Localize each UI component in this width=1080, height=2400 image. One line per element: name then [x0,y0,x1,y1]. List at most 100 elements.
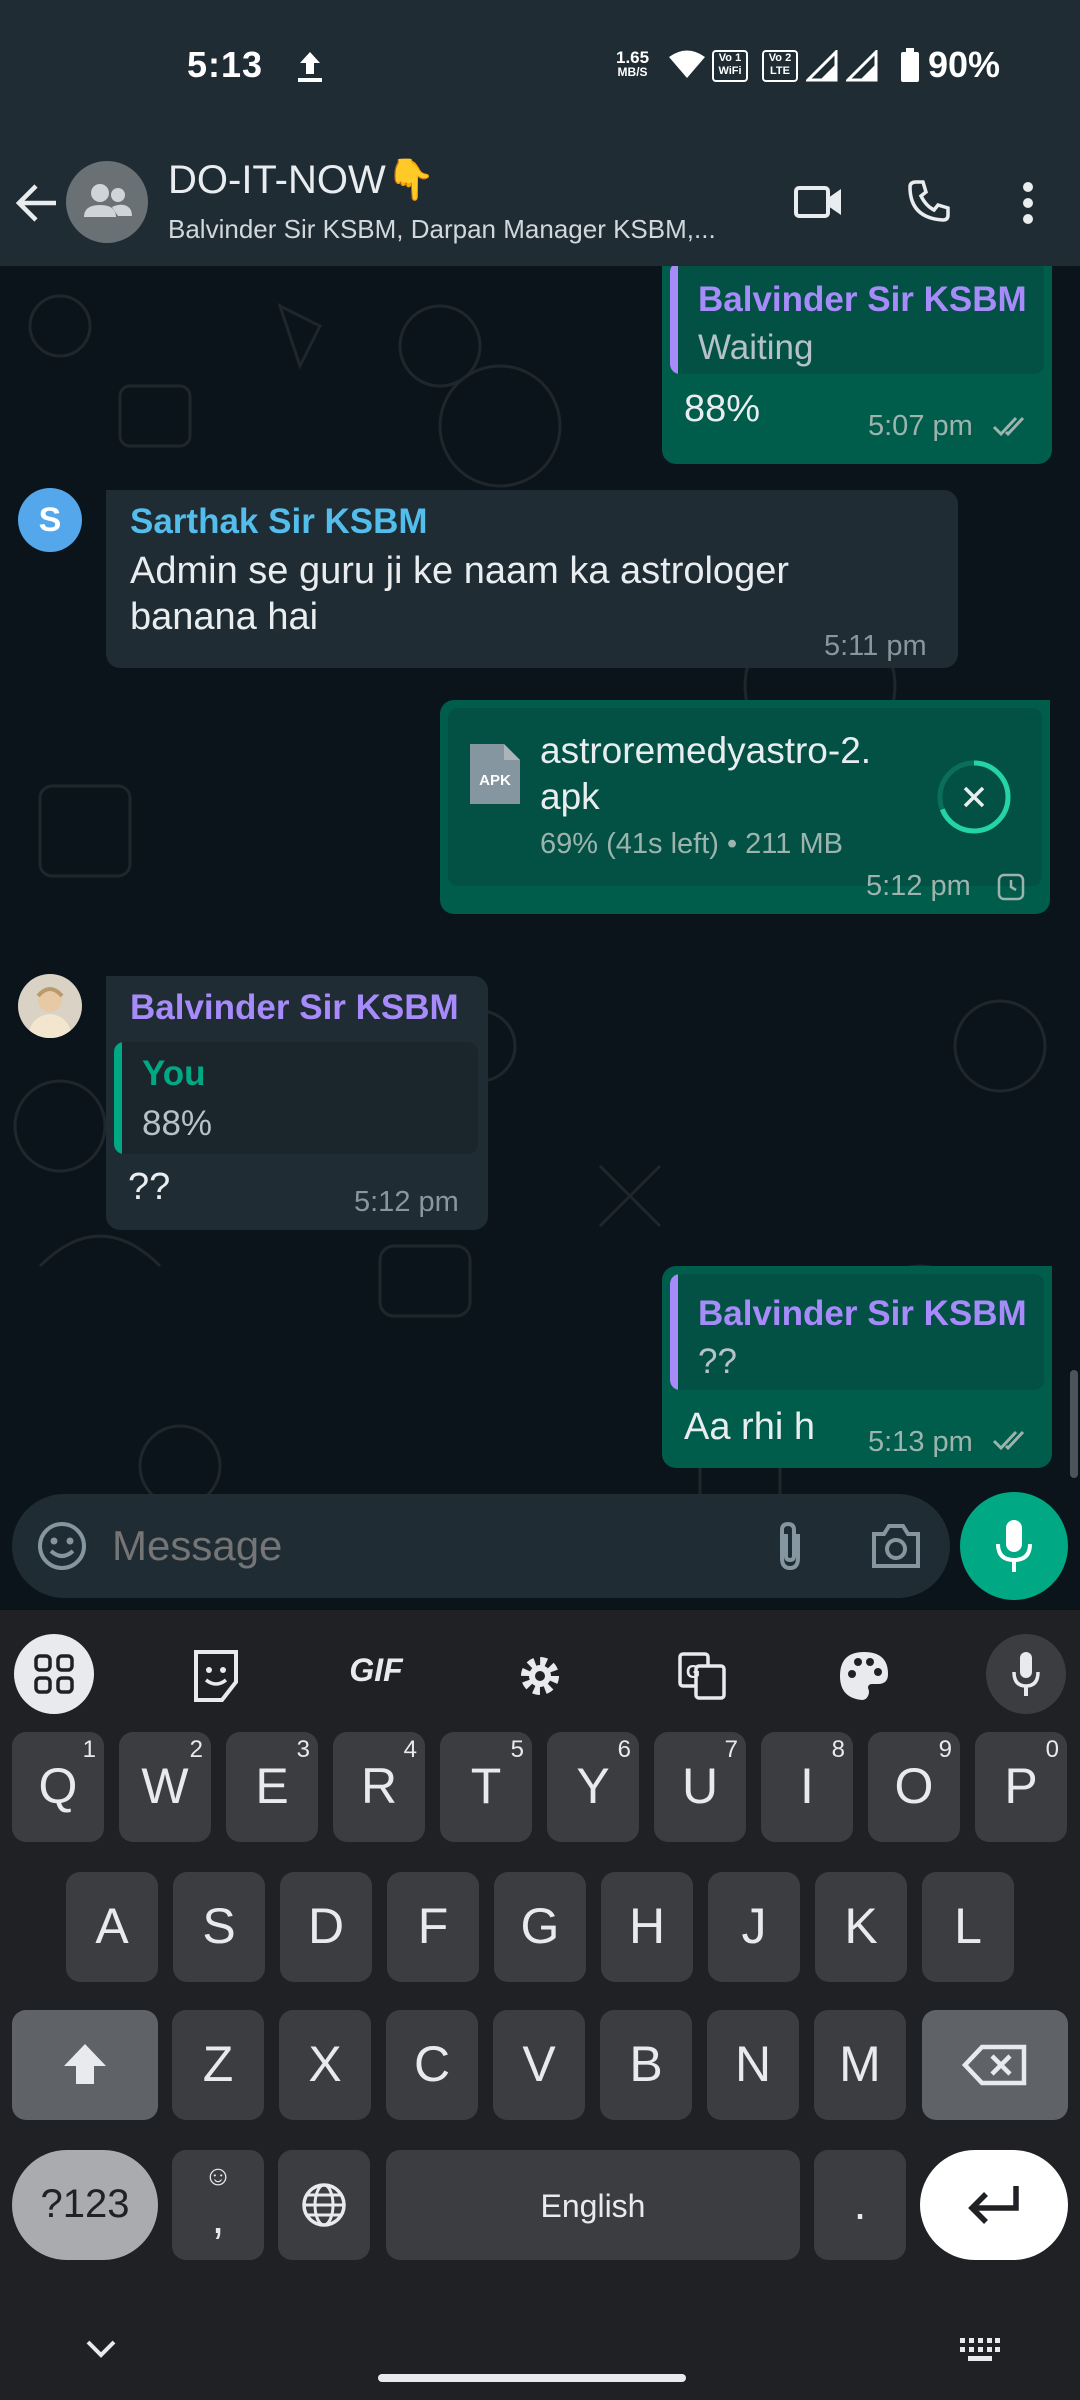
message-input[interactable] [112,1514,752,1578]
key-b[interactable]: B [600,2010,692,2120]
reply-quote[interactable]: Balvinder Sir KSBM Waiting [670,266,1044,374]
key-z[interactable]: Z [172,2010,264,2120]
space-key[interactable]: English [386,2150,800,2260]
key-h[interactable]: H [601,1872,693,1982]
sim2-badge: Vo 2 LTE [762,50,798,82]
period-key[interactable]: . [814,2150,906,2260]
message-outgoing[interactable]: Balvinder Sir KSBM Waiting 88% 5:07 pm [662,266,1052,464]
network-speed: 1.65 MB/S [616,48,650,79]
key-q[interactable]: Q1 [12,1732,104,1842]
message-sender[interactable]: Sarthak Sir KSBM [130,502,428,542]
group-title[interactable]: DO-IT-NOW👇 [168,156,436,203]
file-attachment[interactable]: APK astroremedyastro-2. apk 69% (41s lef… [448,708,1042,886]
message-outgoing[interactable]: Balvinder Sir KSBM ?? Aa rhi h 5:13 pm [662,1266,1052,1468]
message-incoming[interactable]: Balvinder Sir KSBM You 88% ?? 5:12 pm [106,976,488,1230]
signal-1-icon [806,50,838,82]
mic-button[interactable] [960,1492,1068,1600]
globe-icon [302,2183,346,2227]
key-t[interactable]: T5 [440,1732,532,1842]
key-p[interactable]: P0 [975,1732,1067,1842]
key-w[interactable]: W2 [119,1732,211,1842]
gif-button[interactable]: GIF [336,1652,416,1689]
quote-text: 88% [142,1104,213,1143]
message-incoming[interactable]: Sarthak Sir KSBM Admin se guru ji ke naa… [106,490,958,668]
message-time: 5:11 pm [824,630,927,662]
message-text: 88% [684,388,761,430]
enter-icon [968,2186,1019,2224]
key-g[interactable]: G [494,1872,586,1982]
key-f[interactable]: F [387,1872,479,1982]
translate-icon[interactable]: G [662,1636,742,1716]
key-i[interactable]: I8 [761,1732,853,1842]
key-j[interactable]: J [708,1872,800,1982]
more-options-icon[interactable] [1020,180,1036,226]
message-text: Aa rhi h [684,1406,815,1448]
clock-pending-icon [997,873,1025,901]
language-key[interactable] [278,2150,370,2260]
download-progress[interactable] [934,757,1014,837]
status-time: 5:13 [187,44,264,85]
message-text-line1: Admin se guru ji ke naam ka astrologer [130,550,789,592]
comma-emoji-key[interactable]: ☺ , [172,2150,264,2260]
backspace-key[interactable] [922,2010,1068,2120]
file-ext: APK [479,772,511,789]
back-arrow-icon[interactable] [14,182,60,224]
key-d[interactable]: D [280,1872,372,1982]
chat-area[interactable]: Balvinder Sir KSBM Waiting 88% 5:07 pm S… [0,266,1080,1610]
sender-avatar[interactable]: S [18,488,82,552]
key-a[interactable]: A [66,1872,158,1982]
group-avatar[interactable] [66,161,148,243]
key-l[interactable]: L [922,1872,1014,1982]
camera-icon[interactable] [870,1522,922,1570]
message-time: 5:07 pm [868,410,973,442]
quote-sender: Balvinder Sir KSBM [698,1294,1027,1333]
reply-quote[interactable]: Balvinder Sir KSBM ?? [670,1274,1044,1390]
key-s[interactable]: S [173,1872,265,1982]
phone-icon[interactable] [906,178,952,224]
sender-avatar-photo[interactable] [18,974,82,1038]
message-sender[interactable]: Balvinder Sir KSBM [130,988,459,1028]
key-m[interactable]: M [814,2010,906,2120]
shift-key[interactable] [12,2010,158,2120]
message-outgoing-file[interactable]: APK astroremedyastro-2. apk 69% (41s lef… [440,700,1050,914]
sticker-icon[interactable] [176,1636,256,1716]
gesture-nav-bar[interactable] [378,2374,686,2382]
sim1-badge: Vo 1 WiFi [712,50,748,82]
symbols-key[interactable]: ?123 [12,2150,158,2260]
key-e[interactable]: E3 [226,1732,318,1842]
hide-keyboard-icon[interactable] [84,2338,118,2360]
chat-scrollbar[interactable] [1070,1370,1078,1478]
wifi-icon [669,50,705,78]
voice-input-button[interactable] [986,1634,1066,1714]
group-avatar-icon [84,184,132,217]
key-x[interactable]: X [279,2010,371,2120]
reply-quote[interactable]: You 88% [114,1042,478,1154]
message-time: 5:13 pm [868,1426,973,1458]
message-time: 5:12 pm [866,870,971,902]
key-v[interactable]: V [493,2010,585,2120]
key-c[interactable]: C [386,2010,478,2120]
emoji-icon[interactable] [36,1520,88,1572]
status-bar: 5:13 1.65 MB/S Vo 1 WiFi Vo 2 LTE 90% [0,0,1080,140]
attach-icon[interactable] [772,1518,808,1574]
message-text-line2: banana hai [130,596,319,638]
upload-icon [298,52,322,82]
theme-palette-icon[interactable] [824,1636,904,1716]
key-o[interactable]: O9 [868,1732,960,1842]
video-call-icon[interactable] [794,182,844,222]
shift-icon [64,2044,106,2084]
enter-key[interactable] [920,2150,1068,2260]
mic-icon [996,1520,1032,1572]
battery-percent: 90% [928,44,1001,85]
key-u[interactable]: U7 [654,1732,746,1842]
key-k[interactable]: K [815,1872,907,1982]
apps-grid-button[interactable] [14,1634,94,1714]
key-n[interactable]: N [707,2010,799,2120]
key-y[interactable]: Y6 [547,1732,639,1842]
quote-sender: Balvinder Sir KSBM [698,280,1027,319]
group-members[interactable]: Balvinder Sir KSBM, Darpan Manager KSBM,… [168,214,758,245]
settings-gear-icon[interactable] [500,1636,580,1716]
key-r[interactable]: R4 [333,1732,425,1842]
keyboard-switch-icon[interactable] [960,2338,1000,2362]
file-meta: 69% (41s left) • 211 MB [540,828,843,860]
